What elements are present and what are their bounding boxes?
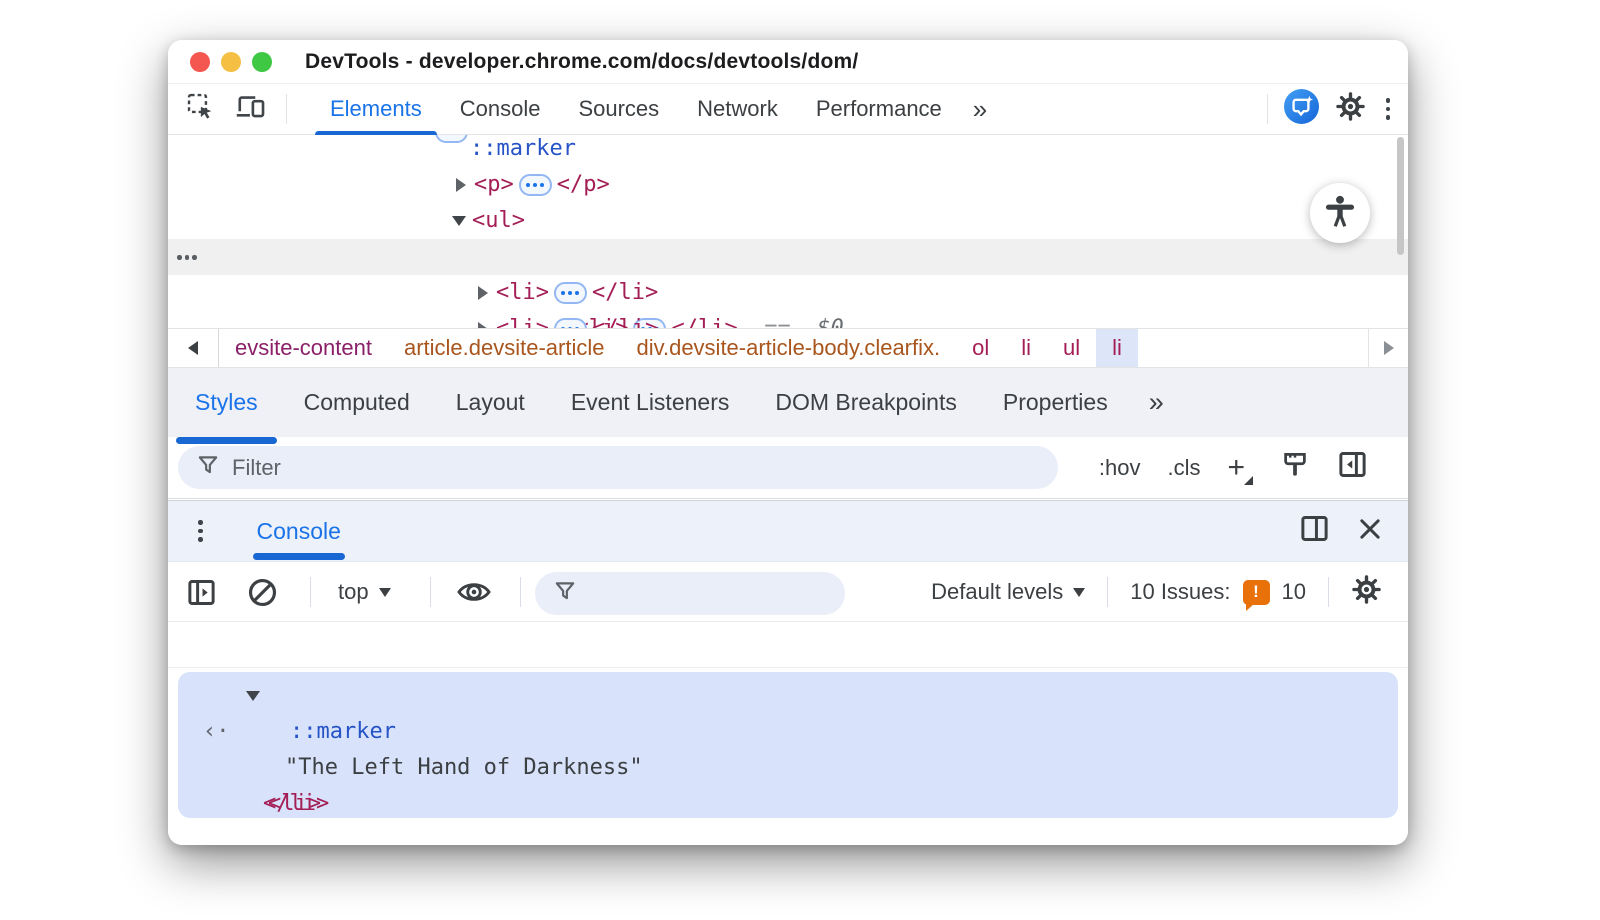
tab-event-listeners[interactable]: Event Listeners: [548, 368, 753, 437]
toggle-class-button[interactable]: .cls: [1167, 455, 1200, 481]
toolbar-divider: [1107, 577, 1109, 607]
tab-console[interactable]: Console: [441, 84, 560, 134]
styles-filter-row: :hov .cls +: [168, 437, 1408, 499]
console-toolbar: top Default levels 10 Issues: ! 10: [168, 562, 1408, 622]
console-filter-input[interactable]: [589, 580, 827, 607]
toolbar-divider: [1328, 577, 1329, 607]
tab-styles[interactable]: Styles: [172, 368, 281, 444]
close-drawer-icon[interactable]: [1356, 515, 1384, 548]
console-result[interactable]: ‹· <li> ::marker "The Left Hand of Darkn…: [178, 672, 1398, 818]
collapse-arrow-icon[interactable]: [246, 691, 260, 701]
zoom-window-button[interactable]: [252, 51, 272, 72]
dom-row-ul[interactable]: <ul>: [168, 203, 1408, 239]
breadcrumb-item[interactable]: ul: [1047, 329, 1096, 367]
toggle-hover-button[interactable]: :hov: [1099, 455, 1141, 481]
panel-tabs: Elements Console Sources Network Perform…: [311, 84, 999, 138]
tab-computed[interactable]: Computed: [281, 368, 433, 437]
chevron-left-icon: [188, 341, 198, 355]
minimize-window-button[interactable]: [221, 51, 241, 72]
rendering-brush-icon[interactable]: [1280, 450, 1310, 486]
tab-elements[interactable]: Elements: [311, 84, 441, 138]
collapse-arrow-icon[interactable]: [452, 216, 466, 226]
breadcrumb-bar: evsite-content article.devsite-article d…: [168, 328, 1408, 368]
main-toolbar: Elements Console Sources Network Perform…: [168, 84, 1408, 138]
dom-row-li-selected[interactable]: <li></li> == $0: [168, 239, 1408, 328]
dropdown-caret-icon: [378, 587, 391, 597]
console-settings-gear-icon[interactable]: [1351, 574, 1382, 610]
breadcrumb-item[interactable]: li: [1005, 329, 1047, 367]
styles-filter[interactable]: [178, 446, 1058, 489]
ellipsis-icon[interactable]: [553, 282, 587, 304]
console-output: > $0 ‹· <li> ::marker "The Left Hand of …: [168, 622, 1408, 845]
tab-dom-breakpoints[interactable]: DOM Breakpoints: [752, 368, 980, 437]
funnel-icon: [196, 453, 220, 482]
styles-filter-input[interactable]: [232, 454, 1040, 481]
breadcrumb-item-selected[interactable]: li: [1096, 329, 1138, 367]
expand-arrow-icon[interactable]: [478, 286, 488, 300]
split-panel-icon[interactable]: [1299, 513, 1330, 549]
toolbar-divider: [430, 577, 431, 607]
corner-triangle-icon: [1244, 475, 1253, 485]
elements-scrollbar[interactable]: [1397, 137, 1404, 255]
funnel-icon: [553, 579, 577, 608]
drawer-tab-console[interactable]: Console: [252, 501, 346, 561]
breadcrumb-scroll-right-button[interactable]: [1368, 329, 1408, 367]
dom-row-p[interactable]: <p> </p>: [168, 167, 1408, 203]
close-window-button[interactable]: [190, 51, 210, 72]
console-sidebar-icon[interactable]: [186, 562, 217, 622]
tab-sources[interactable]: Sources: [559, 84, 678, 134]
device-toolbar-icon[interactable]: [235, 93, 266, 125]
console-filter[interactable]: [535, 572, 845, 615]
breadcrumb-item[interactable]: evsite-content: [219, 329, 388, 367]
tab-properties[interactable]: Properties: [980, 368, 1131, 437]
breadcrumb-item[interactable]: article.devsite-article: [388, 329, 621, 367]
drawer-menu-icon[interactable]: [198, 520, 203, 542]
window-title: DevTools - developer.chrome.com/docs/dev…: [305, 49, 859, 73]
clear-console-icon[interactable]: [246, 562, 279, 622]
more-options-icon[interactable]: [1385, 98, 1390, 120]
more-panels-icon[interactable]: »: [961, 94, 999, 125]
settings-gear-icon[interactable]: [1335, 91, 1366, 127]
tab-layout[interactable]: Layout: [433, 368, 548, 437]
devtools-window: DevTools - developer.chrome.com/docs/dev…: [168, 40, 1408, 845]
issues-counter[interactable]: 10 Issues: ! 10: [1130, 579, 1306, 611]
breadcrumb-item[interactable]: div.devsite-article-body.clearfix.: [620, 329, 956, 367]
dom-row-li[interactable]: <li> </li>: [168, 275, 1408, 311]
issues-badge-icon: !: [1242, 579, 1270, 611]
console-drawer-header: Console: [168, 500, 1408, 562]
title-bar: DevTools - developer.chrome.com/docs/dev…: [168, 40, 1408, 84]
accessibility-icon: [1322, 193, 1358, 234]
accessibility-button[interactable]: [1310, 183, 1370, 243]
tab-network[interactable]: Network: [678, 84, 797, 134]
chevron-right-icon: [1383, 341, 1394, 355]
ai-assistant-icon[interactable]: [1283, 89, 1319, 129]
breadcrumb-scroll-left-button[interactable]: [168, 329, 219, 367]
dom-tree: ::marker <p></p> <ul> <li></li> == $0 <l…: [168, 135, 1408, 328]
context-selector[interactable]: top: [338, 562, 391, 622]
styles-tab-bar: Styles Computed Layout Event Listeners D…: [168, 368, 1408, 444]
ellipsis-icon[interactable]: [553, 318, 587, 328]
live-expression-eye-icon[interactable]: [456, 562, 492, 622]
toolbar-divider: [286, 94, 287, 124]
toolbar-divider: [1266, 94, 1268, 124]
dock-sidebar-icon[interactable]: [1337, 449, 1368, 486]
more-tabs-icon[interactable]: »: [1135, 387, 1178, 418]
log-levels-selector[interactable]: Default levels: [931, 579, 1086, 605]
traffic-lights: [190, 51, 272, 72]
tab-performance[interactable]: Performance: [797, 84, 961, 134]
expand-arrow-icon[interactable]: [456, 178, 466, 192]
breadcrumb-item[interactable]: ol: [956, 329, 1005, 367]
toolbar-divider: [520, 577, 521, 607]
dom-row-li-clipped[interactable]: <li></li>: [168, 311, 1408, 328]
inspect-icon[interactable]: [186, 92, 215, 126]
ellipsis-icon[interactable]: [518, 174, 552, 196]
console-command-row[interactable]: > $0: [168, 622, 1408, 749]
toolbar-divider: [310, 577, 311, 607]
dom-row-marker[interactable]: ::marker: [168, 135, 1408, 167]
row-overflow-dots-icon[interactable]: [177, 255, 197, 260]
dropdown-caret-icon: [1073, 587, 1086, 597]
new-style-rule-button[interactable]: +: [1227, 452, 1253, 485]
